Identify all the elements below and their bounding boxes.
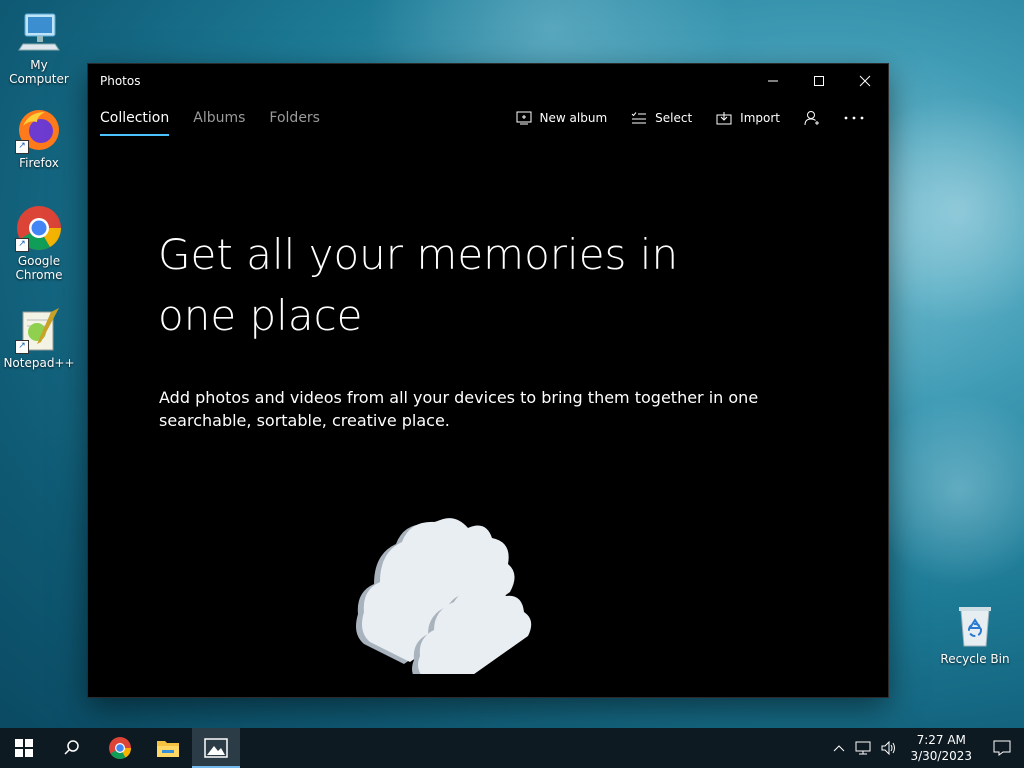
minimize-button[interactable]	[750, 64, 796, 98]
new-album-icon	[516, 111, 532, 125]
clock-time: 7:27 AM	[916, 733, 966, 747]
computer-icon	[15, 8, 63, 56]
more-options-button[interactable]	[844, 116, 864, 120]
select-icon	[631, 112, 647, 124]
action-center-button[interactable]	[980, 728, 1024, 768]
desktop-icon-notepadpp[interactable]: ↗ Notepad++	[0, 306, 78, 370]
taskbar-file-explorer[interactable]	[144, 728, 192, 768]
hero-heading: Get all your memories in one place	[158, 230, 679, 340]
maximize-button[interactable]	[796, 64, 842, 98]
maximize-icon	[814, 76, 824, 86]
photos-icon	[204, 738, 228, 758]
tab-collection[interactable]: Collection	[100, 106, 170, 136]
desktop-icon-my-computer[interactable]: My Computer	[0, 8, 78, 86]
network-button[interactable]	[855, 741, 871, 755]
taskbar-clock[interactable]: 7:27 AM 3/30/2023	[910, 732, 972, 764]
taskbar-chrome[interactable]	[96, 728, 144, 768]
system-tray: 7:27 AM 3/30/2023	[828, 728, 1024, 768]
cloud-icon	[356, 518, 532, 688]
notification-icon	[993, 740, 1011, 756]
nav-row: Collection Albums Folders New album Sele…	[88, 98, 888, 138]
volume-button[interactable]	[881, 741, 897, 755]
wallpaper-wave	[880, 380, 1024, 600]
select-button[interactable]: Select	[631, 111, 692, 125]
start-button[interactable]	[0, 728, 48, 768]
import-icon	[716, 112, 732, 125]
clock-date: 3/30/2023	[910, 749, 972, 763]
person-add-icon	[804, 111, 819, 126]
speaker-icon	[881, 741, 896, 755]
windows-logo-icon	[15, 739, 33, 757]
tab-albums[interactable]: Albums	[193, 106, 245, 130]
close-button[interactable]	[842, 64, 888, 98]
hero-subtext: Add photos and videos from all your devi…	[159, 388, 759, 430]
close-icon	[859, 75, 871, 87]
taskbar-photos[interactable]	[192, 728, 240, 768]
network-icon	[855, 741, 871, 755]
shortcut-arrow-icon: ↗	[15, 140, 29, 154]
more-icon	[844, 116, 864, 120]
search-button[interactable]	[48, 728, 96, 768]
window-title: Photos	[100, 74, 141, 88]
desktop-icon-recycle-bin[interactable]: Recycle Bin	[936, 602, 1014, 666]
notepadpp-icon: ↗	[15, 306, 63, 354]
shortcut-arrow-icon: ↗	[15, 238, 29, 252]
import-button[interactable]: Import	[716, 111, 780, 125]
desktop-icon-label: Recycle Bin	[940, 652, 1010, 666]
search-icon	[64, 740, 79, 755]
recycle-bin-icon	[951, 602, 999, 650]
chevron-up-icon	[834, 745, 845, 752]
new-album-button[interactable]: New album	[516, 111, 608, 125]
new-album-label: New album	[539, 111, 608, 125]
photos-window: Photos Collection Albums Folders New alb…	[88, 64, 888, 697]
minimize-icon	[768, 80, 778, 82]
taskbar: 7:27 AM 3/30/2023	[0, 728, 1024, 768]
import-label: Import	[740, 111, 780, 125]
firefox-icon: ↗	[15, 106, 63, 154]
desktop-icon-chrome[interactable]: ↗ Google Chrome	[0, 204, 78, 282]
chrome-icon	[109, 737, 131, 759]
tab-folders[interactable]: Folders	[269, 106, 320, 130]
show-hidden-icons-button[interactable]	[833, 744, 845, 752]
desktop-icon-label: Firefox	[19, 156, 59, 170]
toolbar-actions: New album Select Import	[516, 98, 888, 138]
desktop-icon-firefox[interactable]: ↗ Firefox	[0, 106, 78, 170]
folder-icon	[157, 741, 179, 757]
account-button[interactable]	[804, 110, 820, 126]
shortcut-arrow-icon: ↗	[15, 340, 29, 354]
select-label: Select	[655, 111, 693, 125]
desktop-icon-label: Google Chrome	[15, 254, 63, 282]
title-bar[interactable]: Photos	[88, 64, 888, 98]
desktop-icon-label: My Computer	[9, 58, 69, 86]
desktop-icon-label: Notepad++	[3, 356, 75, 370]
cloud-illustration	[344, 474, 544, 688]
chrome-icon: ↗	[15, 204, 63, 252]
